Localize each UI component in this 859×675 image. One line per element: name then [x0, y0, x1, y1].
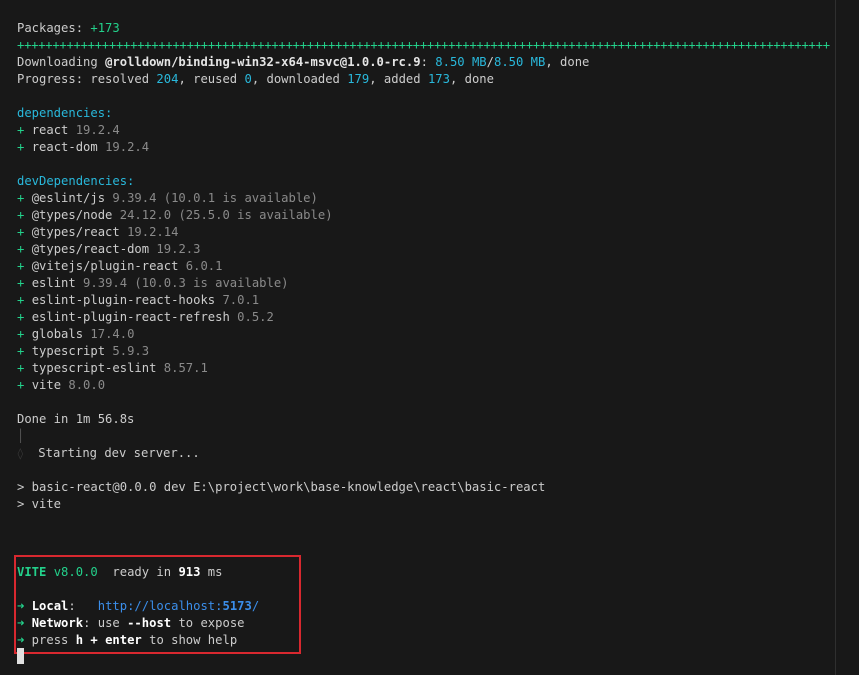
plus-icon: + — [17, 361, 32, 375]
package-item: + eslint-plugin-react-refresh 0.5.2 — [17, 309, 859, 326]
package-name: vite — [31, 378, 62, 392]
package-name: eslint-plugin-react-hooks — [31, 293, 216, 307]
done-line: Done in 1m 56.8s — [17, 412, 135, 426]
package-item: + @types/node 24.12.0 (25.5.0 is availab… — [17, 207, 859, 224]
package-name: typescript — [31, 344, 106, 358]
plus-icon: + — [17, 123, 32, 137]
package-version: 19.2.4 — [68, 123, 120, 137]
plus-icon: + — [17, 378, 32, 392]
plus-icon: + — [17, 310, 32, 324]
plus-icon: + — [17, 140, 32, 154]
downloading-line: Downloading @rolldown/binding-win32-x64-… — [17, 54, 859, 71]
package-version: 6.0.1 — [178, 259, 223, 273]
package-version: 8.57.1 — [156, 361, 208, 375]
progress-resolved: 204 — [156, 72, 179, 86]
packages-line: Packages: +173 — [17, 20, 859, 37]
progress-downloaded-label: , downloaded — [251, 72, 348, 86]
package-version: 17.4.0 — [83, 327, 135, 341]
script-line-vite: > vite — [17, 497, 62, 511]
progress-added-label: , added — [369, 72, 428, 86]
packages-label: Packages: — [17, 21, 91, 35]
progress-reused-label: , reused — [178, 72, 245, 86]
package-item: + eslint 9.39.4 (10.0.3 is available) — [17, 275, 859, 292]
plus-icon: + — [17, 327, 32, 341]
highlight-box — [14, 555, 301, 654]
package-item: + @vitejs/plugin-react 6.0.1 — [17, 258, 859, 275]
downloading-colon: : — [420, 55, 436, 69]
package-name: @types/node — [31, 208, 113, 222]
dev-dependencies-heading: devDependencies: — [17, 174, 135, 188]
package-name: @types/react-dom — [31, 242, 150, 256]
package-name: typescript-eslint — [31, 361, 157, 375]
starting-line: ◊ Starting dev server... — [17, 445, 859, 462]
downloading-slash: / — [486, 55, 494, 69]
downloading-package: @rolldown/binding-win32-x64-msvc@1.0.0-r… — [105, 55, 421, 69]
package-name: eslint — [31, 276, 76, 290]
progress-prefix: Progress: resolved — [17, 72, 157, 86]
downloading-total-size: 8.50 MB — [493, 55, 546, 69]
terminal-cursor[interactable] — [17, 648, 24, 664]
progress-reused: 0 — [244, 72, 252, 86]
package-version: 19.2.3 — [149, 242, 201, 256]
package-item: + globals 17.4.0 — [17, 326, 859, 343]
plus-icon: + — [17, 242, 32, 256]
package-item: + vite 8.0.0 — [17, 377, 859, 394]
package-name: globals — [31, 327, 84, 341]
package-name: react — [31, 123, 69, 137]
plus-icon: + — [17, 225, 32, 239]
package-version: 8.0.0 — [61, 378, 106, 392]
progress-suffix: , done — [449, 72, 494, 86]
script-line-dev: > basic-react@0.0.0 dev E:\project\work\… — [17, 480, 546, 494]
package-version: 19.2.4 — [97, 140, 150, 154]
package-version: 9.39.4 (10.0.1 is available) — [105, 191, 318, 205]
downloading-done-size: 8.50 MB — [435, 55, 487, 69]
plus-icon: + — [17, 208, 32, 222]
progress-added: 173 — [427, 72, 450, 86]
plus-icon: + — [17, 293, 32, 307]
package-version: 19.2.14 — [119, 225, 179, 239]
progress-bar: ++++++++++++++++++++++++++++++++++++++++… — [17, 38, 830, 52]
package-version: 24.12.0 (25.5.0 is available) — [112, 208, 333, 222]
dependencies-heading: dependencies: — [17, 106, 113, 120]
plus-icon: + — [17, 276, 32, 290]
package-name: @vitejs/plugin-react — [31, 259, 179, 273]
package-version: 0.5.2 — [229, 310, 274, 324]
package-name: @eslint/js — [31, 191, 106, 205]
plus-icon: + — [17, 344, 32, 358]
package-version: 7.0.1 — [215, 293, 260, 307]
progress-downloaded: 179 — [347, 72, 370, 86]
downloading-prefix: Downloading — [17, 55, 106, 69]
packages-count: +173 — [90, 21, 120, 35]
plus-icon: + — [17, 259, 32, 273]
package-version: 5.9.3 — [105, 344, 150, 358]
package-name: react-dom — [31, 140, 98, 154]
dependencies-list: + react 19.2.4 + react-dom 19.2.4 — [17, 122, 859, 156]
package-item: + typescript 5.9.3 — [17, 343, 859, 360]
dev-dependencies-list: + @eslint/js 9.39.4 (10.0.1 is available… — [17, 190, 859, 394]
downloading-suffix: , done — [545, 55, 590, 69]
starting-text: Starting dev server... — [23, 446, 200, 460]
diamond-icon: ◊ — [17, 447, 24, 460]
package-item: + react-dom 19.2.4 — [17, 139, 859, 156]
package-item: + @types/react-dom 19.2.3 — [17, 241, 859, 258]
package-name: eslint-plugin-react-refresh — [31, 310, 230, 324]
package-item: + typescript-eslint 8.57.1 — [17, 360, 859, 377]
package-item: + @types/react 19.2.14 — [17, 224, 859, 241]
package-item: + eslint-plugin-react-hooks 7.0.1 — [17, 292, 859, 309]
pipe-glyph: │ — [17, 429, 25, 443]
package-name: @types/react — [31, 225, 120, 239]
package-version: 9.39.4 (10.0.3 is available) — [75, 276, 289, 290]
progress-line: Progress: resolved 204, reused 0, downlo… — [17, 71, 859, 88]
plus-icon: + — [17, 191, 32, 205]
package-item: + react 19.2.4 — [17, 122, 859, 139]
package-item: + @eslint/js 9.39.4 (10.0.1 is available… — [17, 190, 859, 207]
